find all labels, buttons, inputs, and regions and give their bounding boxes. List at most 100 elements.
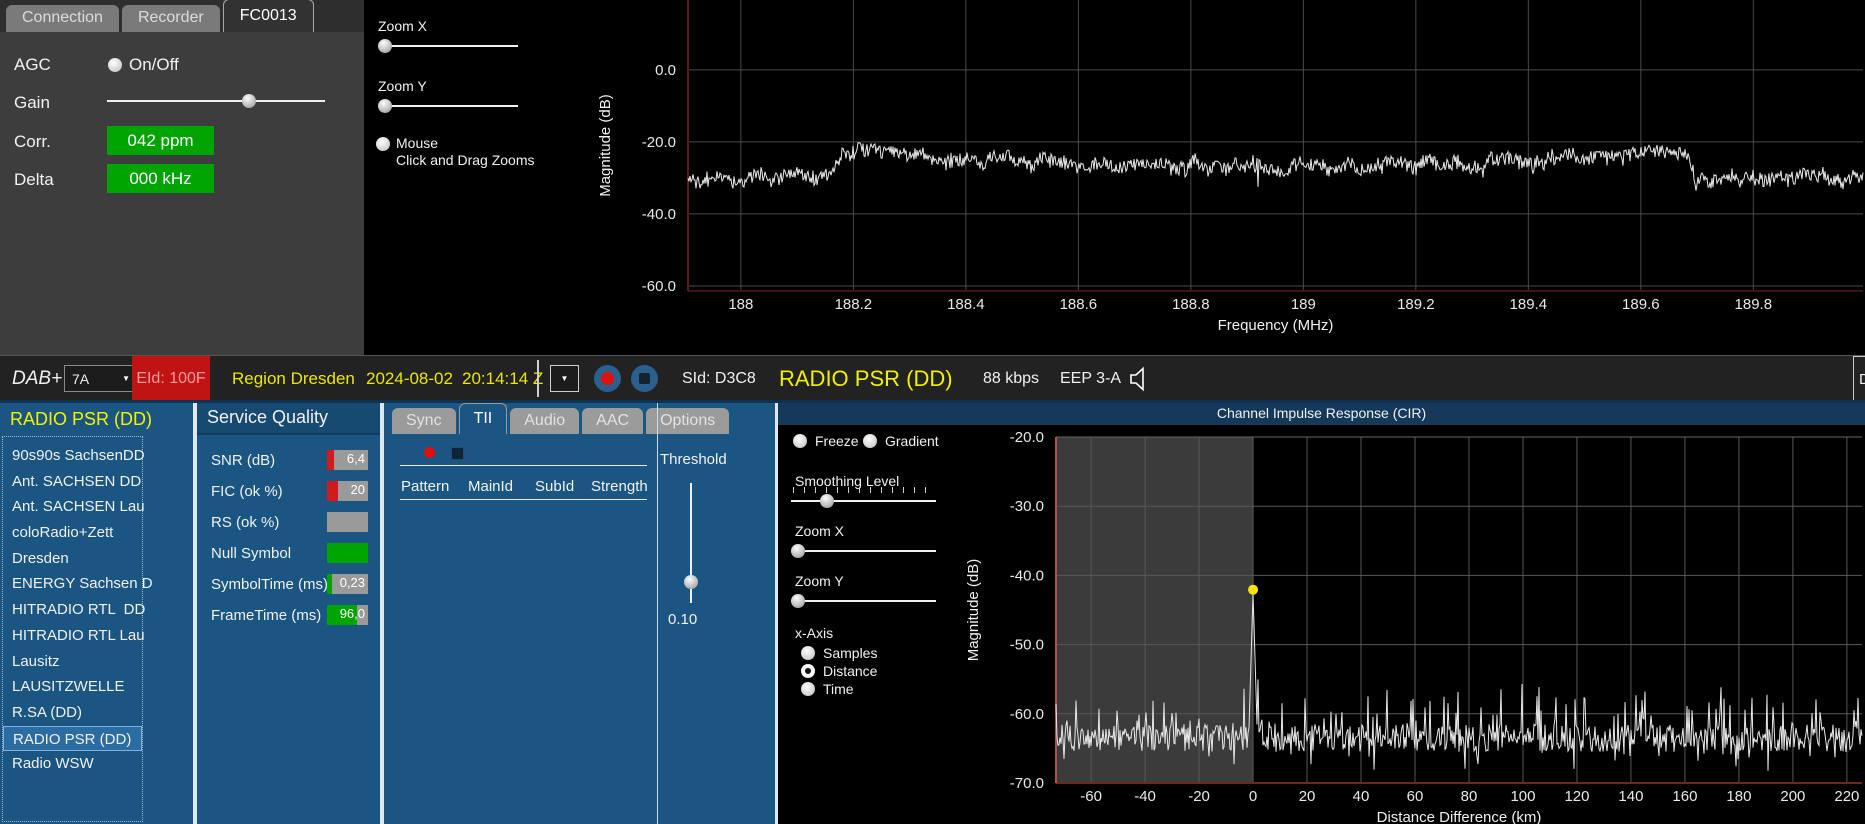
stop-button[interactable] [631, 365, 658, 392]
agc-radio[interactable] [108, 58, 122, 72]
service-list-item[interactable]: RADIO PSR (DD) [3, 725, 142, 752]
app-window: Connection Recorder FC0013 AGC On/Off Gain… [0, 0, 1865, 824]
service-list-item[interactable]: LAUSITZWELLE [3, 674, 142, 700]
x-axis-option-distance[interactable]: Distance [801, 663, 877, 679]
tii-record-icon[interactable] [424, 447, 435, 458]
slider-thumb[interactable] [684, 575, 698, 590]
record-button[interactable] [594, 365, 621, 392]
x-tick-label: 188.4 [947, 296, 985, 313]
cir-plot[interactable]: -20.0 -30.0 -40.0 -50.0 -60.0 -70.0 -60 -40 -20 0… [945, 422, 1865, 824]
service-list-item[interactable]: Lausitz [3, 649, 142, 675]
service-list-item[interactable]: Dresden [3, 546, 142, 572]
spectrum-zoom-x-slider[interactable] [378, 38, 518, 54]
overflow-button[interactable]: Da [1853, 356, 1865, 401]
tab-sync[interactable]: Sync [392, 408, 456, 434]
corr-label: Corr. [14, 132, 51, 151]
service-list-item[interactable]: 90s90s SachsenDD [3, 443, 145, 469]
slider-thumb[interactable] [819, 494, 834, 508]
quality-label: SNR (dB) [211, 452, 276, 469]
dropdown-button[interactable]: ▼ [550, 365, 579, 392]
smoothing-slider[interactable] [791, 487, 936, 509]
gradient-radio[interactable] [863, 434, 877, 448]
quality-value: 96,0 [339, 606, 365, 621]
y-tick-label: -70.0 [1010, 775, 1044, 792]
x-tick-label: -60 [1080, 788, 1102, 805]
slider-track [791, 500, 936, 502]
x-axis-option-samples[interactable]: Samples [801, 645, 877, 661]
cir-zoom-y-slider[interactable] [791, 593, 936, 609]
quality-bar [327, 512, 368, 532]
gradient-label: Gradient [885, 433, 939, 449]
service-list-item[interactable]: R.SA (DD) [3, 700, 142, 726]
x-axis-title: Distance Difference (km) [1377, 809, 1542, 824]
threshold-slider[interactable] [683, 483, 699, 603]
corr-value: 042 ppm [107, 126, 214, 155]
tii-column-pattern: Pattern [401, 478, 450, 495]
slider-thumb[interactable] [378, 99, 392, 113]
service-list-item[interactable]: HITRADIO RTL DD [3, 597, 145, 623]
y-tick-label: -60.0 [642, 278, 676, 295]
tii-header-underline [400, 499, 647, 500]
spectrum-zoom-y-slider[interactable] [378, 98, 518, 114]
status-bar: DAB+ 7A ▼ EId: 100F Region Dresden 2024-0… [0, 355, 1865, 401]
service-list-item[interactable]: Radio WSW [3, 751, 142, 777]
tii-stop-icon[interactable] [451, 447, 464, 460]
channel-select[interactable]: 7A ▼ [64, 365, 138, 392]
bitrate-label: 88 kbps [983, 369, 1040, 387]
service-list-item[interactable]: ENERGY Sachsen D [3, 571, 153, 597]
slider-thumb[interactable] [378, 39, 392, 53]
quality-value: 20 [350, 482, 365, 497]
freeze-control[interactable]: Freeze [793, 433, 859, 449]
tab-fc0013[interactable]: FC0013 [222, 0, 314, 32]
slider-thumb[interactable] [241, 94, 256, 108]
tab-recorder[interactable]: Recorder [121, 5, 220, 32]
eid-badge: EId: 100F [132, 356, 210, 401]
speaker-icon [1130, 366, 1144, 391]
radio-icon[interactable] [801, 664, 815, 678]
date-label: 2024-08-02 [366, 368, 453, 388]
tab-aac[interactable]: AAC [582, 408, 644, 434]
gradient-control[interactable]: Gradient [863, 433, 939, 449]
x-tick-label: 180 [1726, 788, 1751, 805]
y-tick-label: -60.0 [1010, 706, 1044, 723]
radio-icon[interactable] [801, 646, 815, 660]
spectrum-plot[interactable]: 0.0 -20.0 -40.0 -60.0 188 188.2 188.4 188.6 188.… [560, 0, 1865, 355]
protection-label: EEP 3-A [1060, 369, 1122, 387]
quality-row: RS (ok %) [197, 512, 380, 536]
slider-thumb[interactable] [791, 544, 805, 558]
radio-icon[interactable] [801, 682, 815, 696]
quality-row: SNR (dB) 6,4 [197, 450, 380, 474]
x-tick-label: 140 [1618, 788, 1643, 805]
chevron-down-icon: ▼ [122, 374, 130, 383]
tab-tii[interactable]: TII [458, 403, 508, 434]
slider-track [107, 100, 325, 102]
gain-slider[interactable] [107, 93, 325, 109]
slider-track [378, 105, 518, 107]
mouse-zoom-radio[interactable] [376, 137, 390, 151]
service-list-item[interactable]: Ant. SACHSEN Lau [3, 494, 145, 520]
service-list-item[interactable]: HITRADIO RTL Lau [3, 623, 145, 649]
tab-connection[interactable]: Connection [6, 5, 119, 32]
slider-track [378, 45, 518, 47]
channel-value: 7A [72, 370, 90, 387]
freeze-radio[interactable] [793, 434, 807, 448]
quality-row: FrameTime (ms) 96,0 [197, 605, 380, 629]
x-tick-label: 60 [1407, 788, 1424, 805]
tab-options[interactable]: Options [646, 408, 730, 434]
cir-zoom-x-slider[interactable] [791, 543, 936, 559]
quality-label: RS (ok %) [211, 514, 280, 531]
quality-label: SymbolTime (ms) [211, 576, 328, 593]
delta-label: Delta [14, 170, 54, 189]
y-tick-label: 0.0 [655, 62, 676, 79]
service-items: 90s90s SachsenDD Ant. SACHSEN DD Ant. SACH… [3, 437, 153, 777]
service-list-item[interactable]: coloRadio+Zett [3, 520, 142, 546]
tii-vertical-separator [657, 403, 658, 824]
service-list-item[interactable]: Ant. SACHSEN DD [3, 469, 142, 495]
x-tick-label: 188.6 [1060, 296, 1098, 313]
x-tick-label: 200 [1780, 788, 1805, 805]
slider-thumb[interactable] [791, 594, 805, 608]
x-axis-title: Frequency (MHz) [1218, 317, 1334, 334]
x-axis-option-time[interactable]: Time [801, 681, 854, 697]
tab-audio[interactable]: Audio [510, 408, 580, 434]
speaker-button[interactable] [1128, 356, 1154, 401]
